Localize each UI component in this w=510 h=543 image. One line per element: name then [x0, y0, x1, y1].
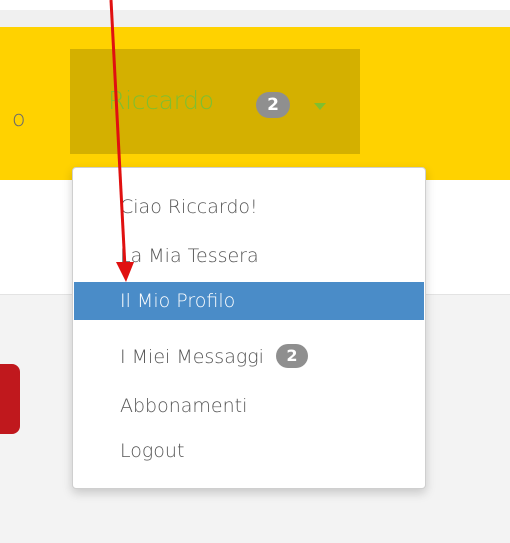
- navbar: o Riccardo 2: [0, 27, 510, 181]
- menu-item-greeting[interactable]: Ciao Riccardo!: [74, 188, 424, 226]
- menu-item-profilo[interactable]: Il Mio Profilo: [74, 282, 424, 320]
- user-menu-toggle[interactable]: Riccardo 2: [70, 49, 360, 154]
- menu-item-label: La Mia Tessera: [120, 245, 259, 267]
- menu-item-tessera[interactable]: La Mia Tessera: [74, 237, 424, 275]
- caret-down-icon: [314, 103, 326, 110]
- menu-item-abbonamenti[interactable]: Abbonamenti: [74, 387, 424, 425]
- notification-badge: 2: [256, 92, 290, 118]
- user-dropdown-menu: Ciao Riccardo! La Mia Tessera Il Mio Pro…: [72, 167, 426, 489]
- menu-item-label: I Miei Messaggi: [120, 346, 264, 368]
- menu-item-label: Abbonamenti: [120, 395, 248, 417]
- menu-item-label: Il Mio Profilo: [120, 290, 236, 312]
- menu-item-label: Logout: [120, 440, 185, 462]
- nav-left-fragment[interactable]: o: [12, 107, 25, 132]
- menu-item-logout[interactable]: Logout: [74, 432, 424, 470]
- user-name: Riccardo: [108, 86, 214, 115]
- menu-item-messaggi[interactable]: I Miei Messaggi 2: [74, 338, 424, 376]
- red-button-edge[interactable]: [0, 364, 20, 434]
- top-edge: [0, 0, 510, 10]
- messages-badge: 2: [275, 343, 308, 368]
- menu-item-label: Ciao Riccardo!: [120, 196, 258, 218]
- top-band: [0, 10, 510, 27]
